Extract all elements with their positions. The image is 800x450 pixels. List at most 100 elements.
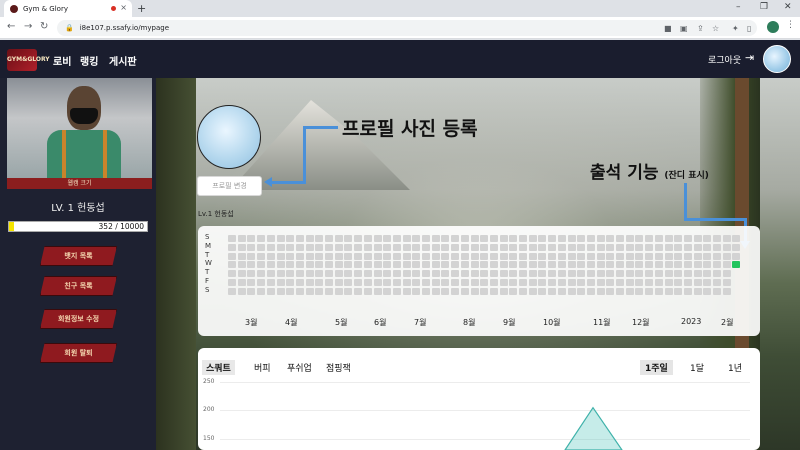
grass-cell	[519, 270, 527, 278]
nav-ranking[interactable]: 랭킹	[80, 53, 98, 68]
share-icon[interactable]: ⇪	[697, 24, 704, 33]
range-button[interactable]: 1달	[685, 360, 709, 375]
exercise-tab[interactable]: 푸쉬업	[283, 360, 316, 375]
grass-cell	[606, 252, 615, 260]
grass-cell	[577, 279, 586, 286]
grass-cell	[383, 261, 392, 269]
grass-cell	[247, 252, 256, 260]
grass-cell	[635, 252, 644, 260]
grass-cell	[422, 243, 430, 251]
grass-cell	[402, 270, 411, 278]
badge-list-button[interactable]: 뱃지 목록	[40, 246, 117, 266]
maximize-icon[interactable]: ❐	[760, 2, 768, 12]
browser-profile-avatar[interactable]	[767, 21, 779, 33]
grass-cell	[567, 261, 576, 269]
extensions-icon[interactable]: ✦	[732, 24, 739, 33]
logout-button[interactable]: 로그아웃	[708, 53, 741, 66]
webcam-strap	[62, 130, 66, 178]
new-tab-button[interactable]: +	[137, 2, 146, 15]
tab-close-icon[interactable]: ×	[120, 3, 127, 12]
grass-cell	[625, 252, 634, 260]
address-bar[interactable]: 🔒 i8e107.p.ssafy.io/mypage ■ ▣ ⇪ ☆ ✦ ▯	[57, 20, 757, 36]
friend-list-button[interactable]: 친구 목록	[40, 276, 117, 296]
browser-toolbar: ← → ↻ 🔒 i8e107.p.ssafy.io/mypage ■ ▣ ⇪ ☆…	[0, 17, 800, 39]
grass-cell	[237, 287, 246, 295]
grass-cell	[470, 243, 479, 251]
grass-cell	[596, 252, 605, 260]
grass-cell	[654, 243, 663, 251]
grass-cell	[586, 261, 595, 269]
header-avatar[interactable]	[763, 45, 791, 73]
nav-lobby[interactable]: 로비	[53, 53, 71, 68]
forward-icon[interactable]: →	[24, 21, 32, 32]
grass-cell	[528, 270, 537, 278]
grass-cell	[373, 261, 382, 269]
grass-cell	[645, 287, 654, 295]
grass-cell	[557, 243, 566, 251]
grass-cell	[305, 287, 314, 295]
edit-profile-button[interactable]: 회원정보 수정	[40, 309, 117, 329]
reload-icon[interactable]: ↻	[40, 21, 48, 32]
grass-day-label: T	[205, 250, 210, 259]
grass-cell	[519, 287, 527, 295]
grass-cell	[538, 270, 547, 278]
logout-icon[interactable]: ⇥	[745, 51, 754, 64]
grass-cell	[509, 287, 518, 295]
grass-cell	[616, 287, 624, 295]
grass-cell	[383, 287, 392, 295]
grass-cell	[315, 261, 324, 269]
grass-cell	[625, 243, 634, 251]
nav-board[interactable]: 게시판	[109, 53, 137, 68]
grass-cell	[703, 279, 712, 286]
grass-cell	[528, 252, 537, 260]
camera-icon[interactable]: ■	[664, 24, 672, 33]
grass-cell	[441, 287, 450, 295]
grass-cell	[674, 252, 683, 260]
grass-cell	[664, 287, 673, 295]
profile-photo[interactable]	[197, 105, 261, 169]
grass-cell	[412, 287, 421, 295]
grass-cell	[509, 252, 518, 260]
grass-cell	[247, 279, 256, 286]
grass-month-label: 11월	[593, 318, 611, 327]
exercise-tab[interactable]: 스쿼트	[202, 360, 235, 375]
grass-cell	[373, 287, 382, 295]
grass-cell	[460, 252, 469, 260]
grass-cell	[460, 279, 469, 286]
grass-cell	[451, 287, 460, 295]
grass-cell	[538, 287, 547, 295]
range-button[interactable]: 1년	[723, 360, 747, 375]
exercise-tab[interactable]: 버피	[250, 360, 275, 375]
minimize-icon[interactable]: –	[736, 2, 741, 12]
grass-cell	[654, 279, 663, 286]
close-window-icon[interactable]: ✕	[784, 2, 792, 12]
grass-cell	[528, 235, 537, 242]
translate-icon[interactable]: ▣	[680, 24, 688, 33]
grass-cell	[713, 279, 721, 286]
grass-cell	[257, 243, 266, 251]
grass-cell	[266, 252, 275, 260]
grass-cell	[247, 243, 256, 251]
exercise-tab[interactable]: 점핑잭	[322, 360, 355, 375]
webcam-size-label[interactable]: 웹캠 크기	[7, 178, 152, 189]
grass-cell	[499, 252, 508, 260]
background-tree	[156, 78, 196, 450]
change-profile-button[interactable]: 프로필 변경	[197, 176, 262, 196]
range-button[interactable]: 1주일	[640, 360, 673, 375]
grass-cell	[606, 279, 615, 286]
grass-cell	[606, 261, 615, 269]
grass-cell	[567, 252, 576, 260]
browser-tab[interactable]: Gym & Glory ×	[4, 0, 132, 17]
grass-cell	[528, 243, 537, 251]
back-icon[interactable]: ←	[7, 21, 15, 32]
site-logo[interactable]: GYM&GLORY	[7, 49, 50, 71]
browser-menu-icon[interactable]: ⋮	[786, 20, 795, 30]
grass-cell	[683, 252, 692, 260]
sidepanel-icon[interactable]: ▯	[747, 24, 751, 33]
grass-cell	[363, 287, 372, 295]
grass-cell	[586, 243, 595, 251]
grass-cell	[489, 287, 498, 295]
bookmark-star-icon[interactable]: ☆	[712, 24, 719, 33]
withdraw-button[interactable]: 회원 탈퇴	[40, 343, 117, 363]
grass-cell	[334, 279, 343, 286]
